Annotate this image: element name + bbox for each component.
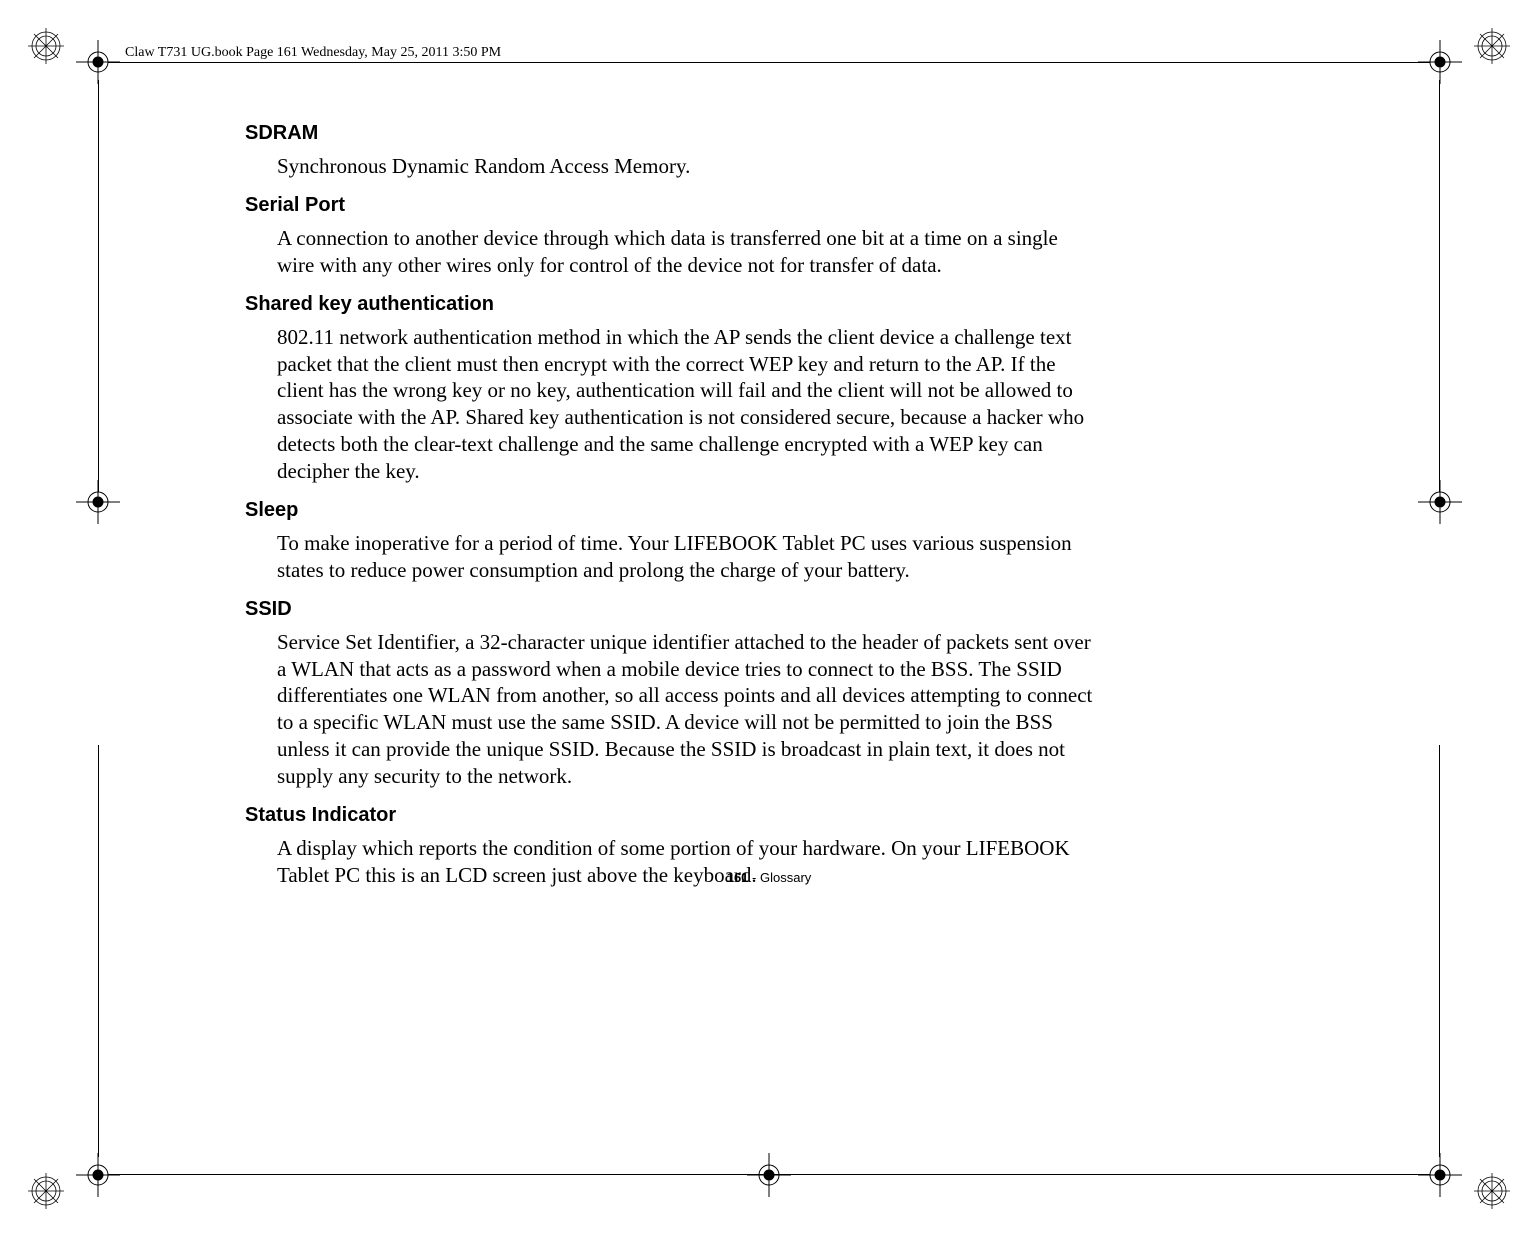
crosshair-icon	[76, 1153, 120, 1197]
glossary-definition: 802.11 network authentication method in …	[277, 324, 1100, 485]
crosshair-icon	[747, 1153, 791, 1197]
glossary-term: SSID	[245, 598, 1100, 621]
glossary-content: SDRAM Synchronous Dynamic Random Access …	[245, 122, 1100, 895]
glossary-definition: A connection to another device through w…	[277, 225, 1100, 279]
regmark-icon	[28, 1173, 64, 1209]
glossary-term: Status Indicator	[245, 804, 1100, 827]
crosshair-icon	[1418, 40, 1462, 84]
glossary-term: Shared key authentication	[245, 293, 1100, 316]
glossary-term: SDRAM	[245, 122, 1100, 145]
crosshair-icon	[1418, 1153, 1462, 1197]
crop-line	[1439, 80, 1440, 492]
glossary-definition: To make inoperative for a period of time…	[277, 530, 1100, 584]
crop-line	[1439, 745, 1440, 1157]
page-footer: 161 - Glossary	[0, 870, 1538, 885]
regmark-icon	[28, 28, 64, 64]
crosshair-icon	[76, 40, 120, 84]
page: Claw T731 UG.book Page 161 Wednesday, Ma…	[0, 0, 1538, 1237]
crosshair-icon	[76, 480, 120, 524]
footer-section: Glossary	[760, 870, 811, 885]
glossary-term: Sleep	[245, 499, 1100, 522]
glossary-term: Serial Port	[245, 194, 1100, 217]
crop-line	[98, 745, 99, 1157]
crop-line	[98, 80, 99, 492]
page-header: Claw T731 UG.book Page 161 Wednesday, Ma…	[125, 45, 501, 61]
glossary-definition: Synchronous Dynamic Random Access Memory…	[277, 153, 1100, 180]
crosshair-icon	[1418, 480, 1462, 524]
crop-line	[108, 62, 1430, 63]
footer-sep: -	[748, 870, 760, 885]
regmark-icon	[1474, 28, 1510, 64]
regmark-icon	[1474, 1173, 1510, 1209]
page-number: 161	[727, 870, 749, 885]
glossary-definition: Service Set Identifier, a 32-character u…	[277, 629, 1100, 790]
